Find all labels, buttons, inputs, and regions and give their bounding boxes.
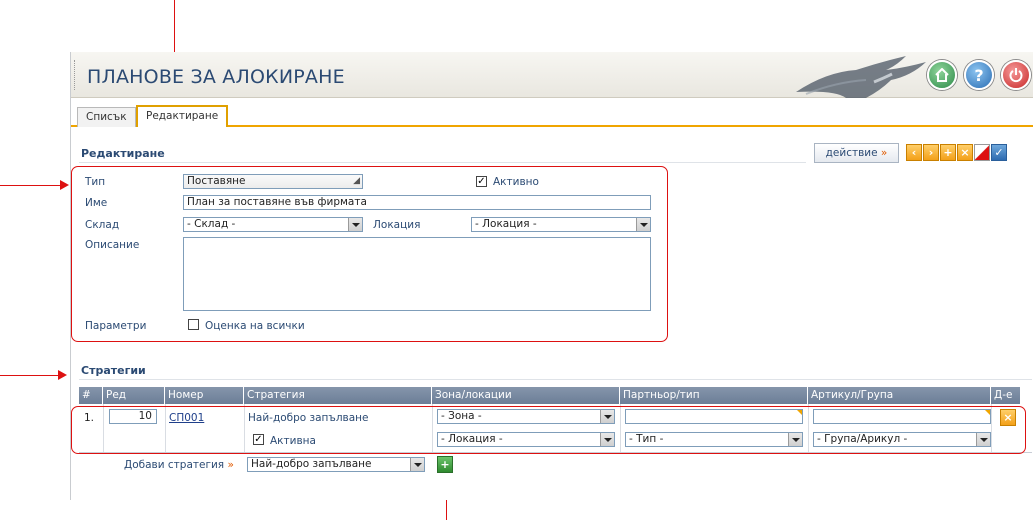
chevron-down-icon <box>410 458 424 471</box>
annotation-arrowhead-strategies <box>58 370 67 380</box>
power-icon <box>1009 68 1023 83</box>
description-textarea[interactable] <box>183 237 651 311</box>
help-button[interactable]: ? <box>964 60 994 90</box>
name-label: Име <box>85 197 108 209</box>
page-header: ПЛАНОВЕ ЗА АЛОКИРАНЕ ? <box>71 52 1033 98</box>
checkmark-icon: ✓ <box>994 146 1004 159</box>
logout-button[interactable] <box>1001 60 1031 90</box>
evaluate-all-label: Оценка на всички <box>205 320 305 332</box>
app-window: ПЛАНОВЕ ЗА АЛОКИРАНЕ ? Списък Редактиран… <box>70 52 1033 500</box>
delete-button[interactable]: × <box>957 144 973 161</box>
column-header-number: Номер <box>165 387 244 404</box>
column-header-partner: Партньор/тип <box>620 387 808 404</box>
column-header-index: # <box>79 387 103 404</box>
column-header-delete: Д-е <box>991 387 1021 404</box>
action-menu-label: действие <box>825 147 878 159</box>
action-menu-button[interactable]: действие » <box>814 143 899 163</box>
chevron-down-icon <box>348 218 362 231</box>
plus-icon: + <box>440 458 450 471</box>
next-button[interactable]: › <box>923 144 939 161</box>
close-icon: × <box>960 146 970 159</box>
warehouse-value: - Склад - <box>187 218 236 230</box>
annotation-arrow-strategies <box>0 375 60 376</box>
strategies-section-divider <box>79 379 1032 380</box>
chevron-left-icon: ‹ <box>911 146 917 159</box>
evaluate-all-checkbox[interactable] <box>188 319 199 330</box>
type-label: Тип <box>85 176 106 188</box>
add-strategy-select[interactable]: Най-добро запълване <box>247 457 425 472</box>
tab-list[interactable]: Списък <box>77 107 136 127</box>
active-checkbox[interactable]: ✓ <box>476 176 487 187</box>
add-strategy-label: Добави стратегия » <box>124 459 234 471</box>
description-label: Описание <box>85 239 140 251</box>
add-button[interactable]: + <box>940 144 956 161</box>
type-field[interactable]: Поставяне ◢ <box>183 174 363 189</box>
eagle-logo-icon <box>796 56 926 98</box>
warehouse-select[interactable]: - Склад - <box>183 217 363 232</box>
location-label: Локация <box>373 219 421 231</box>
chevron-right-icon: › <box>928 146 934 159</box>
home-icon <box>935 68 949 82</box>
plus-icon: + <box>943 146 953 159</box>
home-button[interactable] <box>927 60 957 90</box>
page-title: ПЛАНОВЕ ЗА АЛОКИРАНЕ <box>87 66 345 88</box>
tab-bar: Списък Редактиране <box>71 104 1033 127</box>
name-input[interactable]: План за поставяне във фирмата <box>183 195 651 210</box>
cancel-edit-button[interactable] <box>974 144 990 161</box>
add-strategy-arrow: » <box>227 459 234 471</box>
column-header-order: Ред <box>103 387 165 404</box>
chevron-down-icon <box>636 218 650 231</box>
type-value: Поставяне <box>187 175 246 187</box>
location-select[interactable]: - Локация - <box>471 217 651 232</box>
action-menu-arrow: » <box>880 147 888 159</box>
header-grip <box>74 60 76 90</box>
resize-icon: ◢ <box>353 176 360 186</box>
params-label: Параметри <box>85 320 147 332</box>
annotation-arrow-form <box>0 185 62 186</box>
edit-section-divider <box>79 162 806 163</box>
warehouse-label: Склад <box>85 219 120 231</box>
tab-edit[interactable]: Редактиране <box>136 105 229 127</box>
save-button[interactable]: ✓ <box>991 144 1007 161</box>
add-strategy-button[interactable]: + <box>437 456 453 473</box>
previous-button[interactable]: ‹ <box>906 144 922 161</box>
question-icon: ? <box>974 65 984 85</box>
edit-section-title: Редактиране <box>81 147 165 160</box>
column-header-zone: Зона/локации <box>432 387 620 404</box>
strategies-highlight-box <box>71 406 1026 454</box>
column-header-article: Артикул/Група <box>808 387 991 404</box>
column-header-strategy: Стратегия <box>244 387 432 404</box>
add-strategy-value: Най-добро запълване <box>251 458 372 470</box>
strategies-section-title: Стратегии <box>81 364 146 377</box>
location-value: - Локация - <box>475 218 537 230</box>
annotation-arrowhead-form <box>60 180 69 190</box>
active-label: Активно <box>493 176 539 188</box>
add-strategy-text: Добави стратегия <box>124 459 225 471</box>
